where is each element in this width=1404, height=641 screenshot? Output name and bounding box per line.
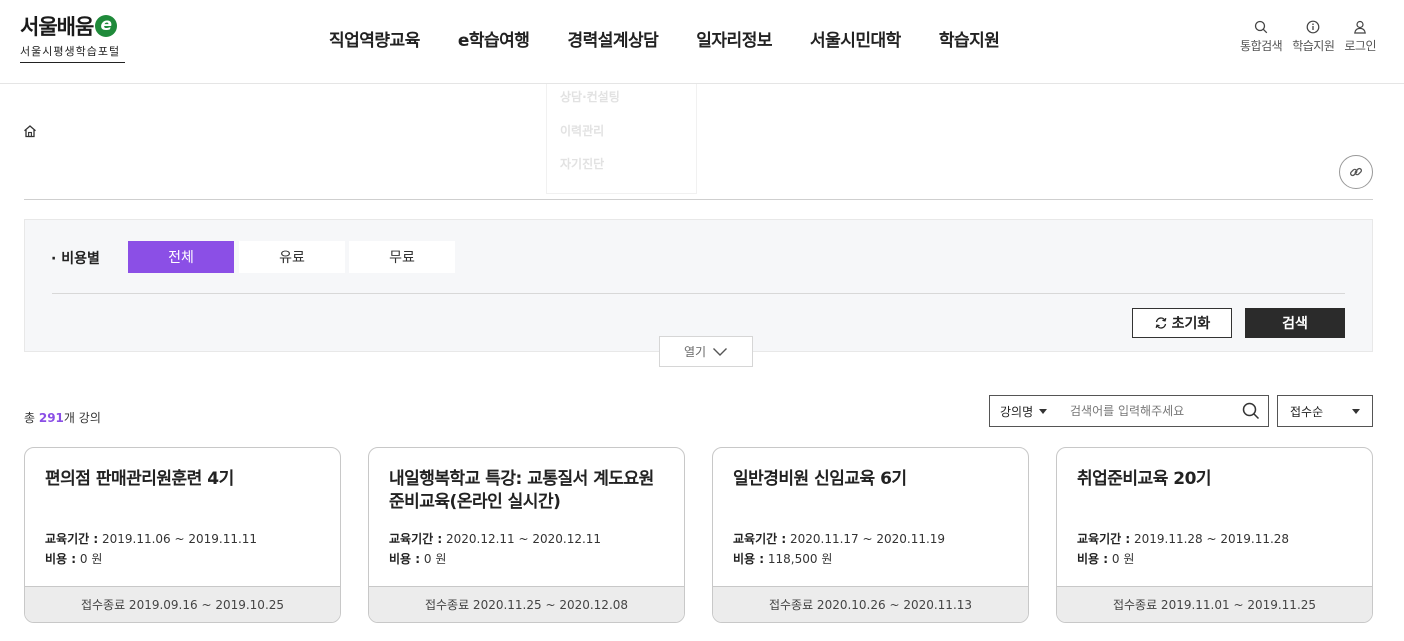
course-cost: 0 원 xyxy=(79,552,103,566)
nav-item-career-consulting[interactable]: 경력설계상담 xyxy=(567,26,658,51)
util-login-label: 로그인 xyxy=(1344,39,1376,53)
sort-value: 접수순 xyxy=(1290,404,1324,419)
course-card[interactable]: 내일행복학교 특강: 교통질서 계도요원 준비교육(온라인 실시간) 교육기간 … xyxy=(368,447,685,623)
search-button[interactable]: 검색 xyxy=(1245,308,1345,338)
period-label: 교육기간 : xyxy=(733,532,787,546)
site-header: 서울배움 e 서울시평생학습포털 직업역량교육 e학습여행 경력설계상담 일자리… xyxy=(0,0,1404,84)
course-card[interactable]: 취업준비교육 20기 교육기간 : 2019.11.28 ~ 2019.11.2… xyxy=(1056,447,1373,623)
main-nav: 직업역량교육 e학습여행 경력설계상담 일자리정보 서울시민대학 학습지원 xyxy=(310,26,1018,51)
course-status: 접수종료 2019.09.16 ~ 2019.10.25 xyxy=(25,586,340,622)
dropdown-ghost-item: 자기진단 xyxy=(560,157,605,171)
filter-option-paid[interactable]: 유료 xyxy=(239,241,345,273)
course-status: 접수종료 2019.11.01 ~ 2019.11.25 xyxy=(1057,586,1372,622)
utility-menu: 통합검색 학습지원 로그인 xyxy=(1230,20,1376,54)
cost-label: 비용 : xyxy=(389,552,421,566)
reset-button-label: 초기화 xyxy=(1171,316,1211,332)
course-meta: 교육기간 : 2020.12.11 ~ 2020.12.11 비용 : 0 원 xyxy=(389,529,601,569)
filter-option-all[interactable]: 전체 xyxy=(128,241,234,273)
util-support-button[interactable]: 학습지원 xyxy=(1292,20,1335,54)
info-icon xyxy=(1306,20,1320,34)
cost-label: 비용 : xyxy=(733,552,765,566)
dropdown-ghost-border xyxy=(546,193,697,194)
course-period: 2019.11.28 ~ 2019.11.28 xyxy=(1133,532,1290,546)
site-logo[interactable]: 서울배움 e 서울시평생학습포털 xyxy=(20,12,128,64)
dropdown-ghost-border xyxy=(546,84,547,194)
course-card[interactable]: 일반경비원 신임교육 6기 교육기간 : 2020.11.17 ~ 2020.1… xyxy=(712,447,1029,623)
course-title: 편의점 판매관리원훈련 4기 xyxy=(45,469,234,489)
course-period: 2020.12.11 ~ 2020.12.11 xyxy=(445,532,602,546)
course-status: 접수종료 2020.11.25 ~ 2020.12.08 xyxy=(369,586,684,622)
dropdown-ghost-item: 이력관리 xyxy=(560,124,605,138)
util-login-button[interactable]: 로그인 xyxy=(1344,20,1376,54)
cost-label: 비용 : xyxy=(1077,552,1109,566)
refresh-icon xyxy=(1155,317,1167,329)
caret-down-icon xyxy=(1352,408,1360,414)
cost-label: 비용 : xyxy=(45,552,77,566)
user-icon xyxy=(1354,20,1367,34)
course-title: 내일행복학교 특강: 교통질서 계도요원 준비교육(온라인 실시간) xyxy=(389,469,654,512)
period-label: 교육기간 : xyxy=(45,532,99,546)
dropdown-ghost-border xyxy=(696,84,697,194)
filter-expand-toggle[interactable]: 열기 xyxy=(659,336,753,367)
search-type-select[interactable]: 강의명 xyxy=(990,403,1060,420)
result-count-prefix: 총 xyxy=(24,411,39,425)
logo-e-mark: e xyxy=(95,15,118,37)
sort-select[interactable]: 접수순 xyxy=(1277,395,1373,427)
dropdown-ghost-item: 상담·컨설팅 xyxy=(560,90,620,104)
course-title: 취업준비교육 20기 xyxy=(1077,469,1212,489)
search-input[interactable] xyxy=(1060,404,1242,418)
filter-option-free[interactable]: 무료 xyxy=(349,241,455,273)
util-search-button[interactable]: 통합검색 xyxy=(1240,20,1283,54)
nav-item-job-info[interactable]: 일자리정보 xyxy=(696,26,772,51)
nav-item-learning-support[interactable]: 학습지원 xyxy=(939,26,1000,51)
course-card[interactable]: 편의점 판매관리원훈련 4기 교육기간 : 2019.11.06 ~ 2019.… xyxy=(24,447,341,623)
copy-link-button[interactable] xyxy=(1339,155,1373,189)
title-divider xyxy=(24,199,1373,200)
logo-subtitle: 서울시평생학습포털 xyxy=(20,43,125,63)
course-cost: 118,500 원 xyxy=(767,552,833,566)
period-label: 교육기간 : xyxy=(389,532,443,546)
course-meta: 교육기간 : 2019.11.06 ~ 2019.11.11 비용 : 0 원 xyxy=(45,529,257,569)
search-type-value: 강의명 xyxy=(1000,404,1034,419)
result-count-number: 291 xyxy=(38,411,64,425)
link-icon xyxy=(1349,167,1363,177)
result-count-suffix: 개 강의 xyxy=(63,411,101,425)
nav-item-job-skills[interactable]: 직업역량교육 xyxy=(329,26,420,51)
logo-wordmark: 서울배움 e xyxy=(20,12,128,40)
filter-expand-label: 열기 xyxy=(683,345,707,359)
course-meta: 교육기간 : 2020.11.17 ~ 2020.11.19 비용 : 118,… xyxy=(733,529,945,569)
course-cost: 0 원 xyxy=(423,552,447,566)
result-count: 총 291개 강의 xyxy=(24,409,101,426)
filter-divider xyxy=(52,293,1345,294)
filter-cost-label: · 비용별 xyxy=(51,251,100,267)
course-cost: 0 원 xyxy=(1111,552,1135,566)
course-title: 일반경비원 신임교육 6기 xyxy=(733,469,907,489)
course-status: 접수종료 2020.10.26 ~ 2020.11.13 xyxy=(713,586,1028,622)
chevron-down-icon xyxy=(713,347,728,356)
filter-panel: · 비용별 전체 유료 무료 초기화 검색 xyxy=(24,219,1373,352)
logo-text: 서울배움 xyxy=(20,15,94,39)
search-icon xyxy=(1254,20,1268,34)
period-label: 교육기간 : xyxy=(1077,532,1131,546)
util-support-label: 학습지원 xyxy=(1292,39,1335,53)
home-icon[interactable] xyxy=(23,124,37,138)
course-search-box: 강의명 xyxy=(989,395,1269,427)
caret-down-icon xyxy=(1039,408,1048,414)
nav-item-citizen-university[interactable]: 서울시민대학 xyxy=(810,26,901,51)
nav-item-e-learning[interactable]: e학습여행 xyxy=(458,26,530,51)
util-search-label: 통합검색 xyxy=(1240,39,1283,53)
course-period: 2019.11.06 ~ 2019.11.11 xyxy=(101,532,258,546)
course-meta: 교육기간 : 2019.11.28 ~ 2019.11.28 비용 : 0 원 xyxy=(1077,529,1289,569)
reset-button[interactable]: 초기화 xyxy=(1132,308,1232,338)
course-period: 2020.11.17 ~ 2020.11.19 xyxy=(789,532,946,546)
search-icon[interactable] xyxy=(1242,402,1260,420)
